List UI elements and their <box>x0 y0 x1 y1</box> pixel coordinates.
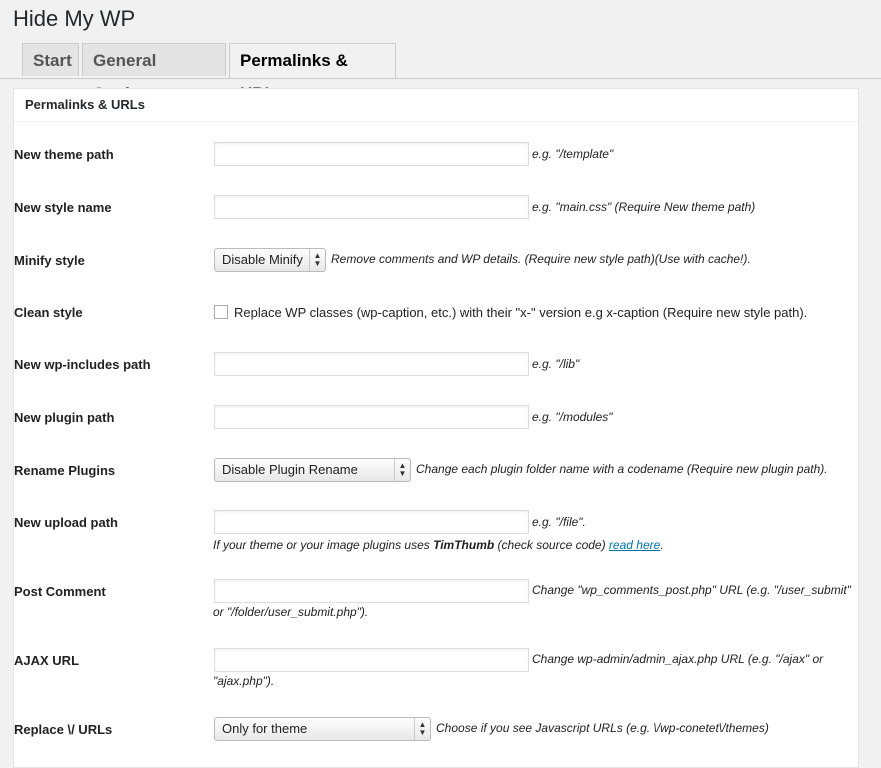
plugin-path-hint: e.g. "/modules" <box>532 410 613 424</box>
includes-path-label: New wp-includes path <box>14 357 151 372</box>
style-name-label: New style name <box>14 200 112 215</box>
clean-style-text: Replace WP classes (wp-caption, etc.) wi… <box>234 305 808 320</box>
includes-path-input[interactable] <box>214 352 529 376</box>
tab-general-settings[interactable]: General Settings <box>82 43 226 103</box>
replace-urls-select[interactable]: Only for theme ▲ ▼ <box>214 717 431 741</box>
theme-path-hint: e.g. "/template" <box>532 147 614 161</box>
minify-style-hint: Remove comments and WP details. (Require… <box>331 252 751 266</box>
upload-path-label: New upload path <box>14 515 118 530</box>
tab-permalinks-urls[interactable]: Permalinks & URLs <box>229 43 396 103</box>
ajax-url-hint-1: Change wp-admin/admin_ajax.php URL (e.g.… <box>532 652 824 666</box>
plugin-path-label: New plugin path <box>14 410 115 425</box>
ajax-url-hint-2: "ajax.php"). <box>213 674 275 688</box>
note-mid: (check source code) <box>494 538 609 552</box>
tab-start[interactable]: Start <box>22 43 79 76</box>
panel-header: Permalinks & URLs <box>14 89 858 122</box>
style-name-input[interactable] <box>214 195 529 219</box>
select-arrows-icon: ▲ ▼ <box>309 249 325 271</box>
minify-style-selected: Disable Minify <box>222 252 303 267</box>
upload-path-input[interactable] <box>214 510 529 534</box>
rename-plugins-select[interactable]: Disable Plugin Rename ▲ ▼ <box>214 458 411 482</box>
replace-urls-selected: Only for theme <box>222 721 308 736</box>
post-comment-hint-1: Change "wp_comments_post.php" URL (e.g. … <box>532 583 851 597</box>
settings-panel: Permalinks & URLs New theme path e.g. "/… <box>13 88 859 768</box>
theme-path-input[interactable] <box>214 142 529 166</box>
includes-path-hint: e.g. "/lib" <box>532 357 580 371</box>
style-name-hint: e.g. "main.css" (Require New theme path) <box>532 200 756 214</box>
plugin-path-input[interactable] <box>214 405 529 429</box>
read-here-link[interactable]: read here <box>609 538 660 552</box>
page-title: Hide My WP <box>13 6 136 31</box>
note-bold: TimThumb <box>433 538 495 552</box>
post-comment-input[interactable] <box>214 579 529 603</box>
ajax-url-label: AJAX URL <box>14 653 80 668</box>
select-arrows-icon: ▲ ▼ <box>394 459 410 481</box>
rename-plugins-hint: Change each plugin folder name with a co… <box>416 462 828 476</box>
upload-path-hint: e.g. "/file". <box>532 515 586 529</box>
clean-style-label: Clean style <box>14 305 83 320</box>
note-pre: If your theme or your image plugins uses <box>213 538 434 552</box>
tab-bar: Start General Settings Permalinks & URLs <box>0 43 881 103</box>
select-arrows-icon: ▲ ▼ <box>414 718 430 740</box>
minify-style-label: Minify style <box>14 253 85 268</box>
post-comment-label: Post Comment <box>14 584 106 599</box>
theme-path-label: New theme path <box>14 147 114 162</box>
ajax-url-input[interactable] <box>214 648 529 672</box>
clean-style-checkbox[interactable] <box>214 305 228 319</box>
post-comment-hint-2: or "/folder/user_submit.php"). <box>213 605 369 619</box>
minify-style-select[interactable]: Disable Minify ▲ ▼ <box>214 248 326 272</box>
upload-path-note: If your theme or your image plugins uses… <box>213 538 664 552</box>
note-post: . <box>660 538 664 552</box>
tab-label: Start <box>33 51 72 70</box>
replace-urls-label: Replace \/ URLs <box>14 722 113 737</box>
rename-plugins-label: Rename Plugins <box>14 463 116 478</box>
rename-plugins-selected: Disable Plugin Rename <box>222 462 358 477</box>
replace-urls-hint: Choose if you see Javascript URLs (e.g. … <box>436 721 769 735</box>
